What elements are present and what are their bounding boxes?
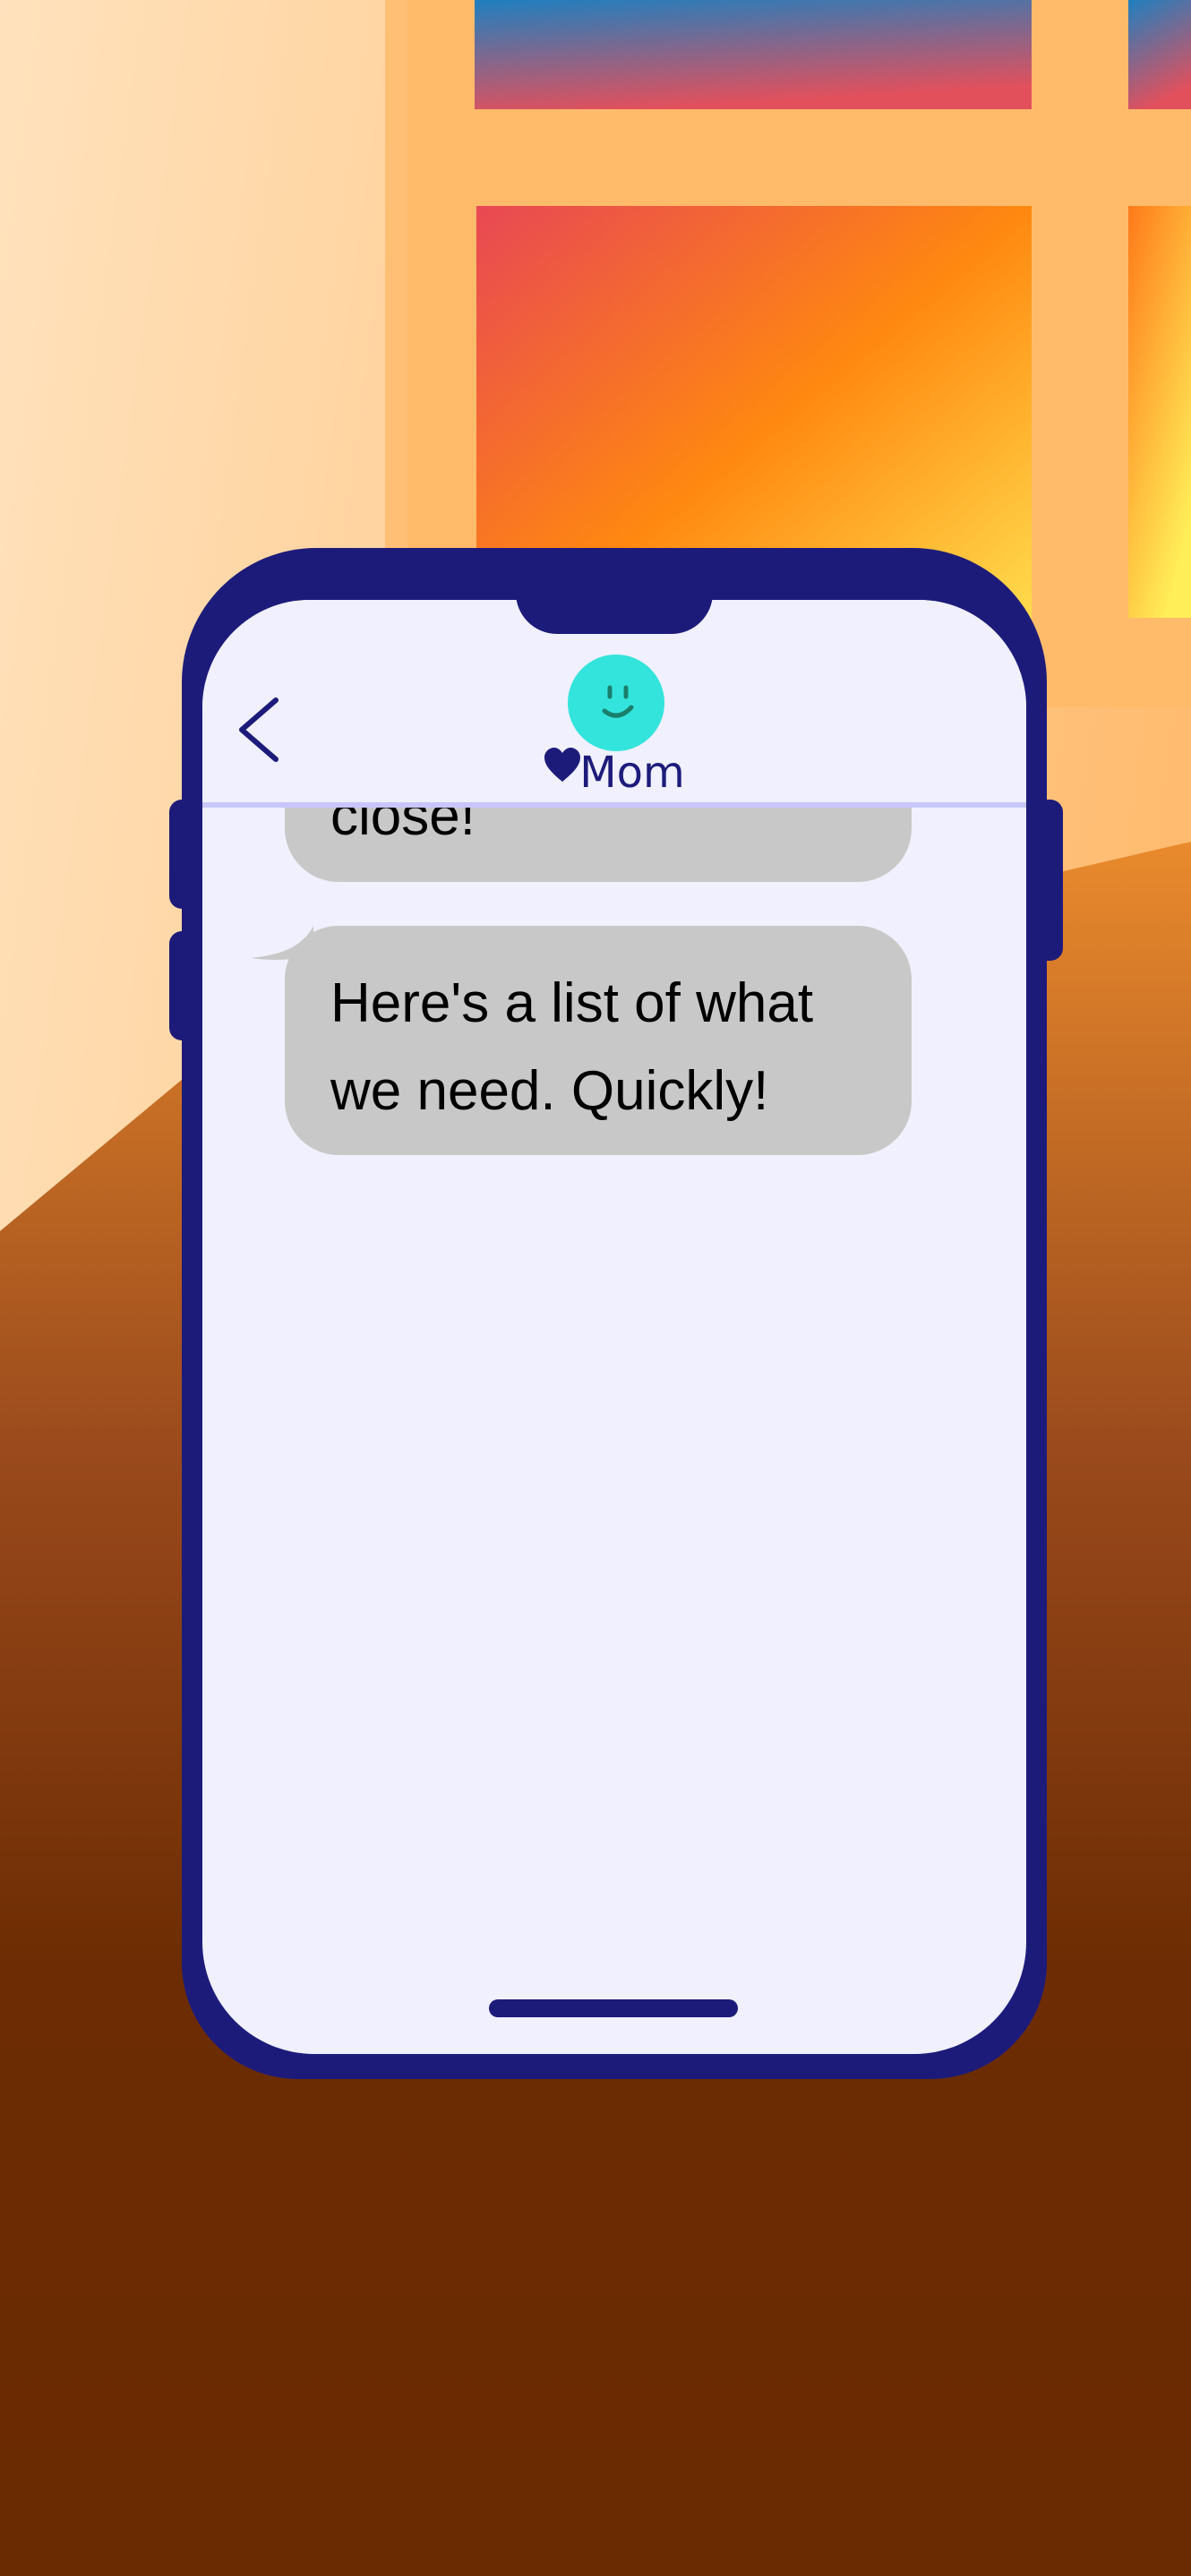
game-scene: store is about to close! Here's a list o… — [0, 0, 1191, 2576]
message-bubble: Here's a list of what we need. Quickly! — [251, 926, 912, 1155]
heart-icon — [544, 748, 580, 782]
header-divider — [202, 802, 1026, 808]
phone-notch — [516, 600, 713, 634]
messages-screen: store is about to close! Here's a list o… — [202, 600, 1026, 2054]
smiley-face-icon — [568, 655, 664, 751]
back-button[interactable] — [229, 689, 292, 770]
chevron-left-icon — [239, 697, 278, 762]
bubble-tail — [251, 926, 313, 960]
message-list[interactable]: store is about to close! Here's a list o… — [202, 600, 1026, 2054]
message-text: Here's a list of what we need. Quickly! — [330, 972, 814, 1122]
contact-name-text: Mom — [579, 748, 685, 798]
home-indicator[interactable] — [489, 1999, 738, 2017]
contact-name: Mom — [543, 746, 722, 800]
contact-avatar[interactable] — [567, 654, 665, 752]
